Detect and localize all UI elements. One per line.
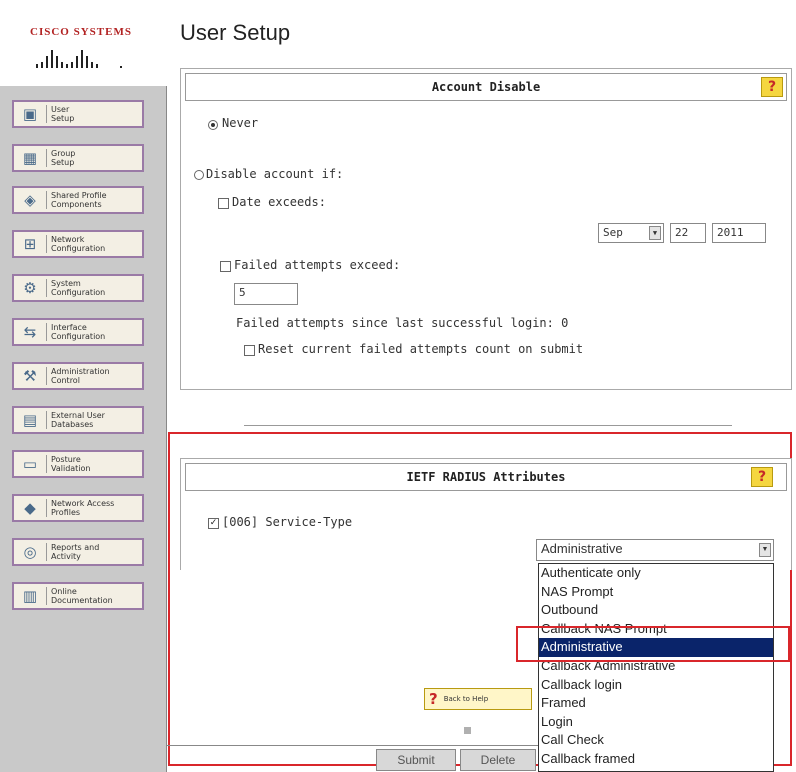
disable-if-radio[interactable] bbox=[194, 170, 204, 180]
nav-label: Online Documentation bbox=[51, 587, 113, 605]
cisco-logo-icon bbox=[36, 50, 122, 68]
nav-separator bbox=[46, 191, 47, 209]
delete-button[interactable]: Delete bbox=[460, 749, 536, 771]
nav-separator bbox=[46, 499, 47, 517]
nav-separator bbox=[46, 367, 47, 385]
page-title: User Setup bbox=[180, 20, 291, 45]
dropdown-option[interactable]: Framed bbox=[539, 694, 773, 713]
month-value: Sep bbox=[603, 226, 623, 239]
service-type-selected: Administrative bbox=[541, 541, 623, 556]
nav-button-8[interactable]: ▭ Posture Validation bbox=[12, 450, 144, 478]
nav-button-10[interactable]: ◎ Reports and Activity bbox=[12, 538, 144, 566]
never-label: Never bbox=[222, 116, 259, 130]
nav-button-7[interactable]: ▤ External User Databases bbox=[12, 406, 144, 434]
dropdown-option[interactable]: Login bbox=[539, 713, 773, 732]
nav-button-4[interactable]: ⚙ System Configuration bbox=[12, 274, 144, 302]
nav-separator bbox=[46, 455, 47, 473]
divider bbox=[244, 425, 732, 426]
documentation-icon: ▥ bbox=[22, 586, 38, 605]
account-disable-title: Account Disable bbox=[185, 73, 787, 101]
nav-label: Interface Configuration bbox=[51, 323, 106, 341]
dropdown-option[interactable]: Authenticate only bbox=[539, 564, 773, 583]
nav-label: Administration Control bbox=[51, 367, 110, 385]
admin-control-icon: ⚒ bbox=[23, 366, 37, 385]
nav-button-3[interactable]: ⊞ Network Configuration bbox=[12, 230, 144, 258]
bottom-divider bbox=[166, 745, 538, 746]
nav-separator bbox=[46, 411, 47, 429]
service-type-dropdown-list[interactable]: Authenticate only NAS Prompt Outbound Callb… bbox=[538, 563, 774, 772]
external-db-icon: ▤ bbox=[22, 410, 38, 429]
nav-label: User Setup bbox=[51, 105, 75, 123]
cisco-logo-text: CISCO SYSTEMS bbox=[30, 26, 132, 38]
nav-label: System Configuration bbox=[51, 279, 106, 297]
question-icon: ? bbox=[429, 690, 438, 708]
reset-checkbox[interactable] bbox=[244, 345, 255, 356]
day-input[interactable]: 22 bbox=[670, 223, 706, 243]
failed-count-input[interactable]: 5 bbox=[234, 283, 298, 305]
network-config-icon: ⊞ bbox=[23, 234, 37, 253]
nav-button-5[interactable]: ⇆ Interface Configuration bbox=[12, 318, 144, 346]
user-setup-icon: ▣ bbox=[22, 104, 38, 123]
system-config-icon: ⚙ bbox=[23, 278, 37, 297]
month-select[interactable]: Sep ▼ bbox=[598, 223, 664, 243]
date-exceeds-label: Date exceeds: bbox=[232, 195, 326, 209]
shared-profile-icon: ◈ bbox=[24, 190, 36, 209]
dropdown-option[interactable]: Callback framed bbox=[539, 750, 773, 769]
never-radio[interactable] bbox=[208, 120, 218, 130]
nav-separator bbox=[46, 323, 47, 341]
reports-icon: ◎ bbox=[23, 542, 37, 561]
failed-exceed-label: Failed attempts exceed: bbox=[234, 258, 401, 272]
service-type-checkbox[interactable]: ✓ bbox=[208, 518, 219, 529]
interface-config-icon: ⇆ bbox=[23, 322, 37, 341]
nav-separator bbox=[46, 105, 47, 123]
nav-separator bbox=[46, 235, 47, 253]
submit-button[interactable]: Submit bbox=[376, 749, 456, 771]
dropdown-option[interactable]: Call Check bbox=[539, 731, 773, 750]
dropdown-option[interactable]: NAS Prompt bbox=[539, 583, 773, 602]
nav-button-6[interactable]: ⚒ Administration Control bbox=[12, 362, 144, 390]
back-to-help-button[interactable]: ? Back to Help bbox=[424, 688, 532, 710]
help-icon[interactable]: ? bbox=[751, 467, 773, 487]
ietf-radius-title: IETF RADIUS Attributes bbox=[185, 463, 787, 491]
nav-separator bbox=[46, 149, 47, 167]
nav-label: External User Databases bbox=[51, 411, 105, 429]
dropdown-option[interactable]: Outbound bbox=[539, 601, 773, 620]
nav-separator bbox=[46, 587, 47, 605]
nav-separator bbox=[46, 279, 47, 297]
service-type-select[interactable]: Administrative ▼ bbox=[536, 539, 774, 561]
disable-if-label: Disable account if: bbox=[206, 167, 344, 181]
back-to-help-label: Back to Help bbox=[443, 695, 489, 703]
reset-label: Reset current failed attempts count on s… bbox=[258, 342, 584, 356]
nav-label: Posture Validation bbox=[51, 455, 91, 473]
nav-label: Reports and Activity bbox=[51, 543, 100, 561]
nav-label: Shared Profile Components bbox=[51, 191, 107, 209]
nav-button-9[interactable]: ◆ Network Access Profiles bbox=[12, 494, 144, 522]
network-access-icon: ◆ bbox=[24, 498, 36, 517]
chevron-down-icon: ▼ bbox=[649, 226, 661, 240]
year-input[interactable]: 2011 bbox=[712, 223, 766, 243]
posture-validation-icon: ▭ bbox=[22, 454, 38, 473]
nav-label: Group Setup bbox=[51, 149, 76, 167]
nav-label: Network Configuration bbox=[51, 235, 106, 253]
chevron-down-icon: ▼ bbox=[759, 543, 771, 557]
date-exceeds-checkbox[interactable] bbox=[218, 198, 229, 209]
failed-exceed-checkbox[interactable] bbox=[220, 261, 231, 272]
help-icon[interactable]: ? bbox=[761, 77, 783, 97]
nav-button-11[interactable]: ▥ Online Documentation bbox=[12, 582, 144, 610]
nav-button-2[interactable]: ◈ Shared Profile Components bbox=[12, 186, 144, 214]
dropdown-option[interactable]: Callback login bbox=[539, 676, 773, 695]
annotation-option-highlight bbox=[516, 626, 790, 662]
nav-button-1[interactable]: ▦ Group Setup bbox=[12, 144, 144, 172]
group-setup-icon: ▦ bbox=[22, 148, 38, 167]
nav-label: Network Access Profiles bbox=[51, 499, 115, 517]
small-square-icon bbox=[464, 727, 471, 734]
failed-since-text: Failed attempts since last successful lo… bbox=[236, 316, 569, 330]
nav-button-0[interactable]: ▣ User Setup bbox=[12, 100, 144, 128]
service-type-label: [006] Service-Type bbox=[222, 515, 353, 529]
nav-separator bbox=[46, 543, 47, 561]
